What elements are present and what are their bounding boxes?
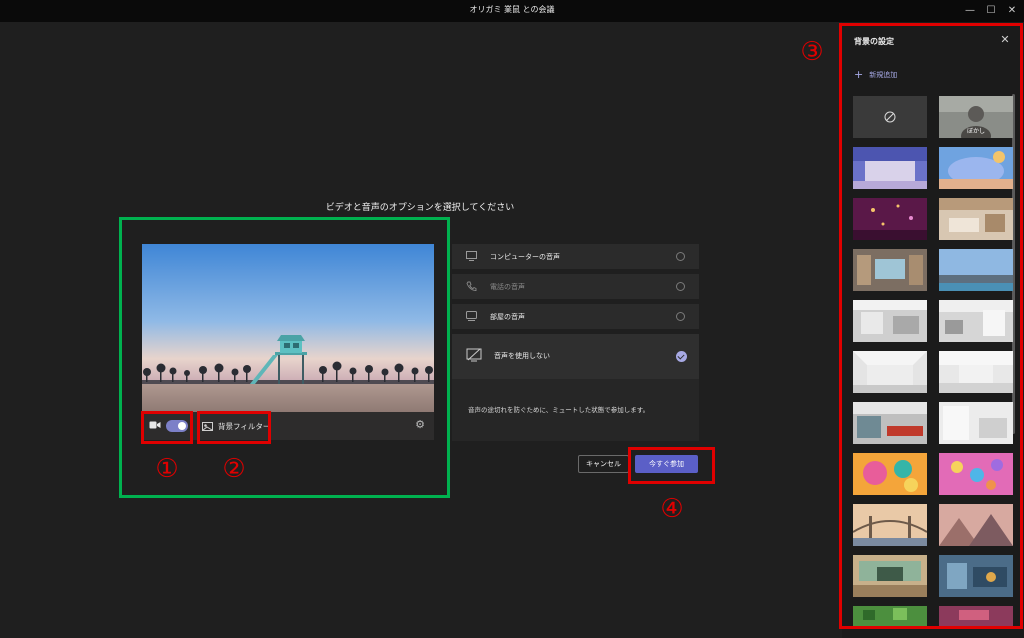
- background-option[interactable]: [939, 453, 1013, 495]
- plus-icon: +: [854, 68, 864, 81]
- join-now-button[interactable]: 今すぐ参加: [635, 455, 698, 473]
- annotation-number-3: ③: [800, 37, 824, 67]
- annotation-number-4: ④: [660, 494, 684, 524]
- background-none-option[interactable]: [853, 96, 927, 138]
- audio-option-room[interactable]: 部屋の音声: [452, 304, 699, 329]
- background-option[interactable]: [853, 300, 927, 342]
- radio-button[interactable]: [676, 312, 685, 321]
- audio-option-computer[interactable]: コンピューターの音声: [452, 244, 699, 269]
- background-settings-panel: 背景の設定 ✕ + 新規追加 ぼかし: [842, 22, 1024, 638]
- audio-option-phone[interactable]: 電話の音声: [452, 274, 699, 299]
- window-close-button[interactable]: ✕: [1003, 2, 1021, 20]
- background-option[interactable]: [939, 504, 1013, 546]
- audio-option-label: コンピューターの音声: [490, 253, 560, 261]
- blur-label: ぼかし: [966, 128, 985, 135]
- add-new-button[interactable]: + 新規追加: [854, 68, 898, 81]
- audio-option-label: 電話の音声: [490, 283, 525, 291]
- camera-toggle[interactable]: [166, 420, 188, 432]
- background-option[interactable]: [853, 147, 927, 189]
- close-icon[interactable]: ✕: [998, 33, 1012, 47]
- audio-option-label: 部屋の音声: [490, 313, 525, 321]
- beach-scene: [142, 244, 434, 412]
- background-option[interactable]: [939, 249, 1013, 291]
- minimize-button[interactable]: —: [961, 2, 979, 20]
- annotation-number-1: ①: [155, 454, 179, 484]
- cancel-button[interactable]: キャンセル: [578, 455, 629, 473]
- background-filter-button[interactable]: 背景フィルター: [202, 418, 270, 434]
- radio-button[interactable]: [676, 252, 685, 261]
- room-icon: [466, 311, 477, 321]
- panel-title: 背景の設定: [854, 37, 894, 46]
- toggle-knob: [178, 422, 186, 430]
- background-option[interactable]: [853, 555, 927, 597]
- video-controls: 背景フィルター ⚙: [142, 412, 434, 440]
- audio-note-box: 音声の途切れを防ぐために、ミュートした状態で参加します。: [452, 379, 699, 441]
- phone-icon: [466, 281, 477, 291]
- background-option[interactable]: [853, 198, 927, 240]
- camera-icon: [149, 421, 161, 429]
- radio-button[interactable]: [676, 282, 685, 291]
- title-bar: オリガミ 業鼠 との会議 — ☐ ✕: [0, 0, 1024, 22]
- background-option[interactable]: [853, 453, 927, 495]
- audio-option-label: 音声を使用しない: [494, 352, 550, 360]
- background-option[interactable]: [939, 198, 1013, 240]
- maximize-button[interactable]: ☐: [982, 2, 1000, 20]
- annotation-number-2: ②: [222, 454, 246, 484]
- window-title: オリガミ 業鼠 との会議: [469, 5, 555, 14]
- radio-checked-icon[interactable]: [676, 351, 687, 362]
- camera-preview: [142, 244, 434, 412]
- background-blur-option[interactable]: ぼかし: [939, 96, 1013, 138]
- background-option[interactable]: [853, 402, 927, 444]
- video-preview-card: 背景フィルター ⚙: [142, 244, 434, 440]
- background-option[interactable]: [853, 606, 927, 626]
- background-option[interactable]: [853, 249, 927, 291]
- background-option[interactable]: [939, 555, 1013, 597]
- monitor-icon: [466, 251, 477, 261]
- background-option[interactable]: [939, 402, 1013, 444]
- background-filter-label: 背景フィルター: [218, 421, 271, 431]
- background-option[interactable]: [939, 300, 1013, 342]
- background-option[interactable]: [939, 606, 1013, 626]
- background-option[interactable]: [853, 351, 927, 393]
- background-filter-icon: [202, 421, 213, 431]
- background-option[interactable]: [939, 147, 1013, 189]
- background-option[interactable]: [939, 351, 1013, 393]
- add-new-label: 新規追加: [869, 71, 898, 79]
- gear-icon[interactable]: ⚙: [413, 418, 427, 432]
- background-option[interactable]: [853, 504, 927, 546]
- audio-option-none[interactable]: 音声を使用しない: [452, 334, 699, 379]
- audio-off-icon: [466, 348, 482, 362]
- options-heading: ビデオと音声のオプションを選択してください: [325, 203, 515, 213]
- audio-note-text: 音声の途切れを防ぐために、ミュートした状態で参加します。: [468, 406, 650, 414]
